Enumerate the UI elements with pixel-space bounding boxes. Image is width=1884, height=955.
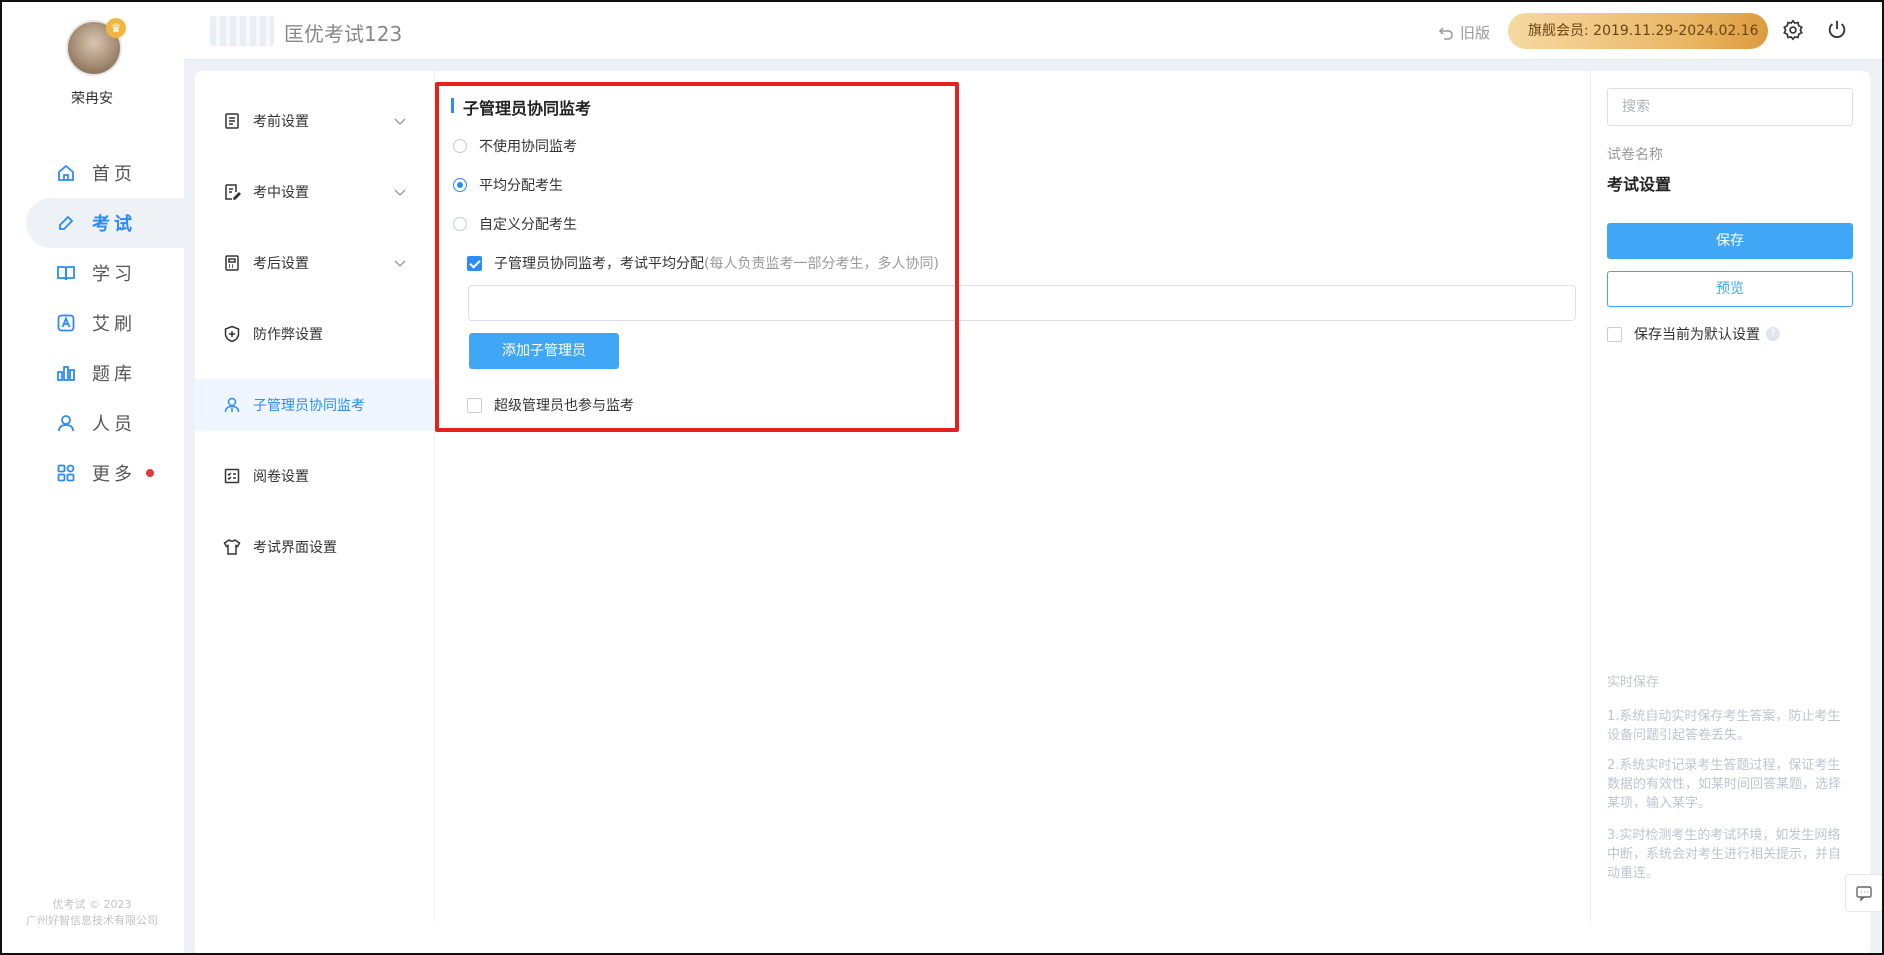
notification-dot bbox=[146, 469, 154, 477]
nav-label: 艾刷 bbox=[92, 314, 136, 335]
submenu-item-anti-cheat[interactable]: 防作弊设置 bbox=[195, 308, 435, 360]
letter-a-icon bbox=[57, 314, 75, 332]
old-version-label: 旧版 bbox=[1460, 24, 1491, 42]
submenu-label: 考试界面设置 bbox=[253, 540, 337, 556]
doc-edit-icon bbox=[225, 184, 241, 200]
chevron-down-icon bbox=[394, 189, 406, 196]
old-version-link[interactable]: 旧版 bbox=[1438, 22, 1490, 43]
radio-button[interactable] bbox=[453, 139, 467, 153]
option-label: 不使用协同监考 bbox=[479, 139, 577, 155]
right-panel: 试卷名称 考试设置 保存 预览 保存当前为默认设置 ? 实时保存 1.系统自动实… bbox=[1590, 71, 1870, 921]
settings-submenu: 考前设置 考中设置 考后设置 防作弊设置 子管理员协同监考 阅卷设置 考试界面设… bbox=[195, 71, 435, 921]
chat-icon bbox=[1856, 886, 1872, 902]
apps-icon bbox=[57, 464, 75, 482]
submenu-item-sub-admin-proctor[interactable]: 子管理员协同监考 bbox=[195, 379, 435, 431]
settings-card: 考前设置 考中设置 考后设置 防作弊设置 子管理员协同监考 阅卷设置 考试界面设… bbox=[195, 71, 1870, 955]
paper-name-label: 试卷名称 bbox=[1607, 147, 1663, 163]
copyright: 优考试 © 2023 广州好智信息技术有限公司 bbox=[0, 897, 184, 929]
nav-label: 题库 bbox=[92, 364, 136, 385]
home-icon bbox=[58, 164, 74, 181]
submenu-label: 考中设置 bbox=[253, 185, 309, 201]
checkbox-label: 超级管理员也参与监考 bbox=[494, 398, 634, 414]
realtime-title: 实时保存 bbox=[1607, 675, 1660, 690]
left-nav: ♛ 荣冉安 首页 考试 学习 艾刷 题库 人员 更多 优考试 © 2023 广州… bbox=[0, 0, 184, 955]
username: 荣冉安 bbox=[71, 91, 113, 107]
submenu-item-in-exam[interactable]: 考中设置 bbox=[195, 166, 435, 218]
bar-chart-icon bbox=[57, 366, 75, 381]
nav-item-aishua[interactable]: 艾刷 bbox=[26, 298, 184, 348]
submenu-label: 阅卷设置 bbox=[253, 469, 309, 485]
nav-item-people[interactable]: 人员 bbox=[26, 398, 184, 448]
vip-badge[interactable]: 旗舰会员: 2019.11.29-2024.02.16 bbox=[1508, 13, 1768, 49]
option-label: 平均分配考生 bbox=[479, 178, 563, 194]
undo-icon bbox=[1438, 26, 1453, 40]
radio-button[interactable] bbox=[453, 217, 467, 231]
checkbox-label: 子管理员协同监考，考试平均分配 bbox=[494, 256, 704, 272]
app-title: 匡优考试123 bbox=[284, 22, 403, 46]
tshirt-icon bbox=[223, 539, 241, 555]
submenu-item-grading[interactable]: 阅卷设置 bbox=[195, 450, 435, 502]
option-even-distribution[interactable]: 平均分配考生 bbox=[453, 175, 563, 195]
top-header: 匡优考试123 旧版 旗舰会员: 2019.11.29-2024.02.16 bbox=[184, 0, 1884, 60]
nav-label: 人员 bbox=[92, 414, 136, 435]
submenu-label: 考前设置 bbox=[253, 114, 309, 130]
section-title: 子管理员协同监考 bbox=[451, 95, 591, 119]
nav-label: 更多 bbox=[92, 464, 136, 485]
submenu-item-pre-exam[interactable]: 考前设置 bbox=[195, 95, 435, 147]
save-default-row[interactable]: 保存当前为默认设置 ? bbox=[1607, 324, 1780, 344]
chevron-down-icon bbox=[394, 260, 406, 267]
paper-name: 考试设置 bbox=[1607, 175, 1672, 194]
preview-button[interactable]: 预览 bbox=[1607, 271, 1853, 307]
crown-icon: ♛ bbox=[106, 18, 126, 38]
nav-item-home[interactable]: 首页 bbox=[26, 148, 184, 198]
doc-list-icon bbox=[225, 113, 239, 129]
super-admin-checkbox-row[interactable]: 超级管理员也参与监考 bbox=[467, 395, 634, 415]
sub-admin-even-checkbox-row[interactable]: 子管理员协同监考，考试平均分配 (每人负责监考一部分考生，多人协同) bbox=[467, 253, 939, 273]
power-icon[interactable] bbox=[1826, 19, 1848, 41]
doc-calc-icon bbox=[225, 255, 239, 271]
submenu-label: 子管理员协同监考 bbox=[253, 398, 365, 414]
submenu-item-exam-ui[interactable]: 考试界面设置 bbox=[195, 521, 435, 573]
nav-label: 首页 bbox=[92, 164, 136, 185]
book-icon bbox=[57, 266, 75, 281]
save-default-label: 保存当前为默认设置 bbox=[1634, 327, 1760, 343]
option-no-co-proctor[interactable]: 不使用协同监考 bbox=[453, 136, 577, 156]
realtime-note: 1.系统自动实时保存考生答案，防止考生设备问题引起答卷丢失。 bbox=[1607, 709, 1841, 743]
shield-plus-icon bbox=[224, 325, 240, 343]
add-sub-admin-button[interactable]: 添加子管理员 bbox=[469, 333, 619, 369]
admin-person-icon bbox=[224, 397, 240, 413]
checkbox[interactable] bbox=[1607, 326, 1622, 342]
search-input[interactable] bbox=[1607, 88, 1853, 126]
save-button[interactable]: 保存 bbox=[1607, 223, 1853, 259]
copyright-line2: 广州好智信息技术有限公司 bbox=[26, 914, 158, 927]
nav-item-more[interactable]: 更多 bbox=[26, 448, 184, 498]
radio-button-selected[interactable] bbox=[453, 178, 467, 192]
realtime-note: 3.实时检测考生的考试环境，如发生网络中断，系统会对考生进行相关提示，并自动重连… bbox=[1607, 828, 1842, 881]
realtime-note: 2.系统实时记录考生答题过程，保证考生数据的有效性，如某时间回答某题，选择某项，… bbox=[1607, 758, 1842, 811]
nav-item-exam[interactable]: 考试 bbox=[26, 198, 184, 248]
nav-item-study[interactable]: 学习 bbox=[26, 248, 184, 298]
nav-label: 考试 bbox=[92, 214, 136, 235]
gear-icon[interactable] bbox=[1782, 19, 1804, 41]
submenu-item-post-exam[interactable]: 考后设置 bbox=[195, 237, 435, 289]
pencil-tag-icon bbox=[59, 215, 74, 230]
submenu-label: 防作弊设置 bbox=[253, 327, 323, 343]
person-icon bbox=[58, 415, 74, 432]
app-logo bbox=[210, 16, 274, 46]
option-label: 自定义分配考生 bbox=[479, 217, 577, 233]
nav-label: 学习 bbox=[92, 264, 136, 285]
sub-admin-input[interactable] bbox=[468, 285, 1576, 321]
copyright-line1: 优考试 © 2023 bbox=[52, 898, 132, 911]
nav-item-question-bank[interactable]: 题库 bbox=[26, 348, 184, 398]
grading-icon bbox=[224, 468, 240, 484]
checkbox-checked[interactable] bbox=[467, 255, 482, 271]
chat-button[interactable] bbox=[1845, 874, 1883, 912]
submenu-label: 考后设置 bbox=[253, 256, 309, 272]
option-custom-distribution[interactable]: 自定义分配考生 bbox=[453, 214, 577, 234]
help-icon[interactable]: ? bbox=[1766, 327, 1780, 341]
chevron-down-icon bbox=[394, 118, 406, 125]
checkbox[interactable] bbox=[467, 397, 482, 413]
checkbox-hint: (每人负责监考一部分考生，多人协同) bbox=[704, 256, 939, 272]
